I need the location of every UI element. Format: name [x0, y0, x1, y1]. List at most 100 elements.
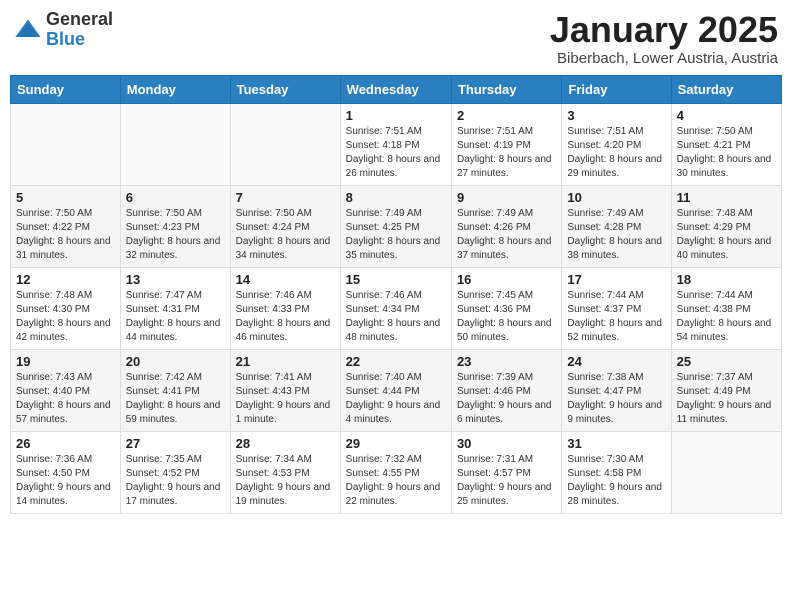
day-number: 4: [677, 108, 776, 123]
day-info: Sunrise: 7:51 AMSunset: 4:18 PMDaylight:…: [346, 125, 446, 181]
day-info: Sunrise: 7:50 AMSunset: 4:21 PMDaylight:…: [677, 125, 776, 181]
calendar-cell: 5 Sunrise: 7:50 AMSunset: 4:22 PMDaylight…: [11, 185, 121, 267]
calendar-week-row: 5 Sunrise: 7:50 AMSunset: 4:22 PMDaylight…: [11, 185, 782, 267]
day-info: Sunrise: 7:51 AMSunset: 4:20 PMDaylight:…: [567, 125, 665, 181]
day-number: 9: [457, 190, 556, 205]
day-number: 16: [457, 272, 556, 287]
calendar-header-row: SundayMondayTuesdayWednesdayThursdayFrid…: [11, 75, 782, 103]
day-info: Sunrise: 7:44 AMSunset: 4:37 PMDaylight:…: [567, 289, 665, 345]
day-info: Sunrise: 7:45 AMSunset: 4:36 PMDaylight:…: [457, 289, 556, 345]
calendar-header-friday: Friday: [562, 75, 671, 103]
day-number: 3: [567, 108, 665, 123]
calendar-cell: 20 Sunrise: 7:42 AMSunset: 4:41 PMDayligh…: [120, 349, 230, 431]
calendar-cell: 23 Sunrise: 7:39 AMSunset: 4:46 PMDayligh…: [451, 349, 561, 431]
calendar-cell: 10 Sunrise: 7:49 AMSunset: 4:28 PMDayligh…: [562, 185, 671, 267]
calendar-week-row: 1 Sunrise: 7:51 AMSunset: 4:18 PMDaylight…: [11, 103, 782, 185]
day-number: 1: [346, 108, 446, 123]
calendar-cell: 29 Sunrise: 7:32 AMSunset: 4:55 PMDayligh…: [340, 431, 451, 513]
calendar-cell: [120, 103, 230, 185]
month-title: January 2025: [550, 10, 778, 50]
calendar-cell: 13 Sunrise: 7:47 AMSunset: 4:31 PMDayligh…: [120, 267, 230, 349]
day-number: 29: [346, 436, 446, 451]
calendar-header-saturday: Saturday: [671, 75, 781, 103]
calendar-cell: 28Sunrise: 7:34 AMSunset: 4:53 PMDayligh…: [230, 431, 340, 513]
day-info: Sunrise: 7:50 AMSunset: 4:24 PMDaylight:…: [236, 207, 335, 263]
day-number: 20: [126, 354, 225, 369]
calendar-cell: [230, 103, 340, 185]
day-number: 18: [677, 272, 776, 287]
day-info: Sunrise: 7:51 AMSunset: 4:19 PMDaylight:…: [457, 125, 556, 181]
day-number: 31: [567, 436, 665, 451]
calendar-cell: 1 Sunrise: 7:51 AMSunset: 4:18 PMDaylight…: [340, 103, 451, 185]
day-info: Sunrise: 7:46 AMSunset: 4:34 PMDaylight:…: [346, 289, 446, 345]
day-info: Sunrise: 7:47 AMSunset: 4:31 PMDaylight:…: [126, 289, 225, 345]
title-section: January 2025 Biberbach, Lower Austria, A…: [550, 10, 778, 67]
calendar-cell: 3 Sunrise: 7:51 AMSunset: 4:20 PMDaylight…: [562, 103, 671, 185]
day-info: Sunrise: 7:35 AMSunset: 4:52 PMDaylight:…: [126, 453, 225, 509]
day-info: Sunrise: 7:50 AMSunset: 4:22 PMDaylight:…: [16, 207, 115, 263]
calendar-cell: 19Sunrise: 7:43 AMSunset: 4:40 PMDayligh…: [11, 349, 121, 431]
calendar-cell: [11, 103, 121, 185]
day-number: 7: [236, 190, 335, 205]
day-number: 19: [16, 354, 115, 369]
day-number: 26: [16, 436, 115, 451]
day-number: 23: [457, 354, 556, 369]
day-number: 13: [126, 272, 225, 287]
day-number: 25: [677, 354, 776, 369]
calendar-cell: 24 Sunrise: 7:38 AMSunset: 4:47 PMDayligh…: [562, 349, 671, 431]
day-info: Sunrise: 7:44 AMSunset: 4:38 PMDaylight:…: [677, 289, 776, 345]
logo: General Blue: [14, 10, 113, 50]
day-number: 22: [346, 354, 446, 369]
calendar-cell: 9 Sunrise: 7:49 AMSunset: 4:26 PMDaylight…: [451, 185, 561, 267]
day-number: 30: [457, 436, 556, 451]
calendar-header-wednesday: Wednesday: [340, 75, 451, 103]
day-info: Sunrise: 7:50 AMSunset: 4:23 PMDaylight:…: [126, 207, 225, 263]
day-info: Sunrise: 7:30 AMSunset: 4:58 PMDaylight:…: [567, 453, 665, 509]
calendar-table: SundayMondayTuesdayWednesdayThursdayFrid…: [10, 75, 782, 514]
calendar-week-row: 19Sunrise: 7:43 AMSunset: 4:40 PMDayligh…: [11, 349, 782, 431]
calendar-cell: 25 Sunrise: 7:37 AMSunset: 4:49 PMDayligh…: [671, 349, 781, 431]
location-subtitle: Biberbach, Lower Austria, Austria: [550, 50, 778, 67]
day-info: Sunrise: 7:46 AMSunset: 4:33 PMDaylight:…: [236, 289, 335, 345]
calendar-cell: 30Sunrise: 7:31 AMSunset: 4:57 PMDayligh…: [451, 431, 561, 513]
day-number: 27: [126, 436, 225, 451]
calendar-header-sunday: Sunday: [11, 75, 121, 103]
calendar-cell: 15 Sunrise: 7:46 AMSunset: 4:34 PMDayligh…: [340, 267, 451, 349]
day-info: Sunrise: 7:40 AMSunset: 4:44 PMDaylight:…: [346, 371, 446, 427]
day-info: Sunrise: 7:48 AMSunset: 4:29 PMDaylight:…: [677, 207, 776, 263]
day-number: 2: [457, 108, 556, 123]
day-info: Sunrise: 7:36 AMSunset: 4:50 PMDaylight:…: [16, 453, 115, 509]
calendar-cell: 31 Sunrise: 7:30 AMSunset: 4:58 PMDayligh…: [562, 431, 671, 513]
calendar-cell: 12Sunrise: 7:48 AMSunset: 4:30 PMDayligh…: [11, 267, 121, 349]
day-number: 5: [16, 190, 115, 205]
day-info: Sunrise: 7:37 AMSunset: 4:49 PMDaylight:…: [677, 371, 776, 427]
day-info: Sunrise: 7:32 AMSunset: 4:55 PMDaylight:…: [346, 453, 446, 509]
calendar-cell: 22 Sunrise: 7:40 AMSunset: 4:44 PMDayligh…: [340, 349, 451, 431]
day-info: Sunrise: 7:38 AMSunset: 4:47 PMDaylight:…: [567, 371, 665, 427]
day-info: Sunrise: 7:42 AMSunset: 4:41 PMDaylight:…: [126, 371, 225, 427]
day-number: 28: [236, 436, 335, 451]
day-number: 6: [126, 190, 225, 205]
day-info: Sunrise: 7:49 AMSunset: 4:26 PMDaylight:…: [457, 207, 556, 263]
calendar-cell: 6 Sunrise: 7:50 AMSunset: 4:23 PMDaylight…: [120, 185, 230, 267]
calendar-cell: 26 Sunrise: 7:36 AMSunset: 4:50 PMDayligh…: [11, 431, 121, 513]
calendar-cell: 7 Sunrise: 7:50 AMSunset: 4:24 PMDaylight…: [230, 185, 340, 267]
day-number: 21: [236, 354, 335, 369]
page-header: General Blue January 2025 Biberbach, Low…: [10, 10, 782, 67]
calendar-cell: 17 Sunrise: 7:44 AMSunset: 4:37 PMDayligh…: [562, 267, 671, 349]
day-info: Sunrise: 7:39 AMSunset: 4:46 PMDaylight:…: [457, 371, 556, 427]
calendar-cell: 18 Sunrise: 7:44 AMSunset: 4:38 PMDayligh…: [671, 267, 781, 349]
calendar-cell: 2 Sunrise: 7:51 AMSunset: 4:19 PMDaylight…: [451, 103, 561, 185]
day-number: 10: [567, 190, 665, 205]
calendar-week-row: 12Sunrise: 7:48 AMSunset: 4:30 PMDayligh…: [11, 267, 782, 349]
calendar-cell: 16 Sunrise: 7:45 AMSunset: 4:36 PMDayligh…: [451, 267, 561, 349]
calendar-cell: 8Sunrise: 7:49 AMSunset: 4:25 PMDaylight…: [340, 185, 451, 267]
day-number: 8: [346, 190, 446, 205]
day-number: 17: [567, 272, 665, 287]
day-number: 24: [567, 354, 665, 369]
day-info: Sunrise: 7:49 AMSunset: 4:28 PMDaylight:…: [567, 207, 665, 263]
day-info: Sunrise: 7:48 AMSunset: 4:30 PMDaylight:…: [16, 289, 115, 345]
calendar-header-monday: Monday: [120, 75, 230, 103]
calendar-cell: 21Sunrise: 7:41 AMSunset: 4:43 PMDayligh…: [230, 349, 340, 431]
day-number: 15: [346, 272, 446, 287]
